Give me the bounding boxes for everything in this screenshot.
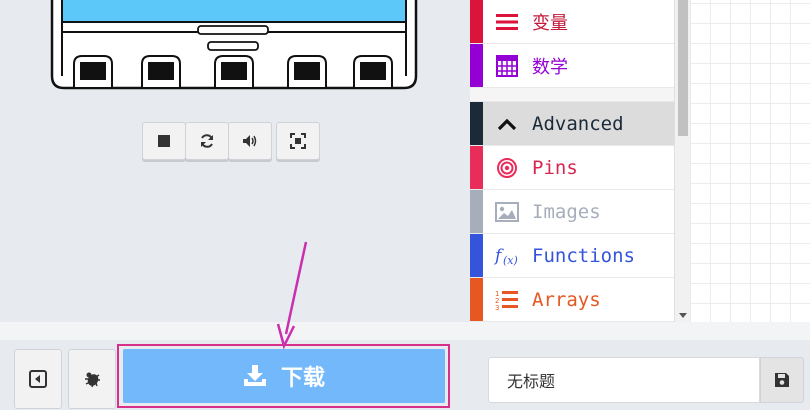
toolbox-category-pins[interactable]: Pins	[470, 146, 674, 190]
debug-button[interactable]	[68, 349, 116, 409]
stop-simulator-button[interactable]	[142, 122, 186, 160]
toolbox-scrollbar[interactable]	[674, 0, 690, 322]
pins-icon	[492, 157, 522, 179]
save-icon	[775, 373, 789, 387]
toolbox-category-arrays[interactable]: 1 2 3 Arrays	[470, 278, 674, 322]
download-label: 下载	[280, 366, 325, 391]
category-color-bar	[470, 0, 483, 43]
toolbox-category-images[interactable]: Images	[470, 190, 674, 234]
simulator-panel	[0, 0, 470, 322]
image-icon	[492, 201, 522, 222]
fullscreen-icon	[290, 133, 306, 149]
bug-icon	[85, 372, 100, 388]
fullscreen-simulator-button[interactable]	[276, 122, 320, 160]
function-icon: f (x)	[492, 244, 522, 268]
math-icon	[492, 54, 522, 77]
toolbox-category-functions[interactable]: f (x) Functions	[470, 234, 674, 278]
category-color-bar	[470, 146, 483, 189]
toolbox-label: Advanced	[532, 112, 624, 135]
download-button[interactable]: 下载	[123, 349, 445, 403]
toolbox-label: Pins	[532, 156, 578, 179]
footer-strip	[0, 322, 810, 340]
svg-text:3: 3	[495, 304, 499, 311]
toolbox-category-variables[interactable]: 变量	[470, 0, 674, 44]
project-name-input[interactable]	[488, 357, 760, 403]
toolbox-label: 变量	[532, 12, 568, 34]
collapse-left-icon	[29, 370, 47, 388]
download-icon	[243, 365, 266, 386]
svg-text:(x): (x)	[503, 254, 518, 267]
toolbox-label: 数学	[532, 56, 568, 78]
save-button[interactable]	[760, 357, 804, 403]
category-color-bar	[470, 278, 483, 321]
collapse-simulator-button[interactable]	[14, 349, 62, 409]
category-color-bar	[470, 234, 483, 277]
restart-icon	[201, 134, 213, 148]
category-color-bar	[470, 102, 483, 145]
category-color-bar	[470, 190, 483, 233]
sound-icon	[243, 135, 257, 147]
variables-icon	[492, 13, 522, 31]
microbit-board-image	[50, 0, 418, 90]
toolbox-category-advanced[interactable]: Advanced	[470, 102, 674, 146]
list-icon: 1 2 3	[492, 289, 522, 311]
toolbox-label: Arrays	[532, 288, 601, 311]
scrollbar-thumb[interactable]	[678, 0, 688, 136]
toolbox-category-math[interactable]: 数学	[470, 44, 674, 88]
simulator-controls	[142, 122, 320, 160]
chevron-up-icon	[492, 117, 522, 131]
mute-audio-button[interactable]	[228, 122, 272, 160]
toolbox-separator	[470, 88, 674, 102]
restart-simulator-button[interactable]	[185, 122, 229, 160]
toolbox-label: Images	[532, 200, 601, 223]
stop-icon	[158, 135, 170, 147]
toolbox: 变量 数学 Advanced Pins Images f (x) Functio…	[470, 0, 674, 322]
category-color-bar	[470, 44, 483, 87]
scroll-down-arrow-icon[interactable]	[679, 313, 687, 318]
toolbox-label: Functions	[532, 244, 635, 267]
blocks-workspace[interactable]	[690, 0, 810, 322]
editor-footer: 下载	[0, 322, 810, 410]
